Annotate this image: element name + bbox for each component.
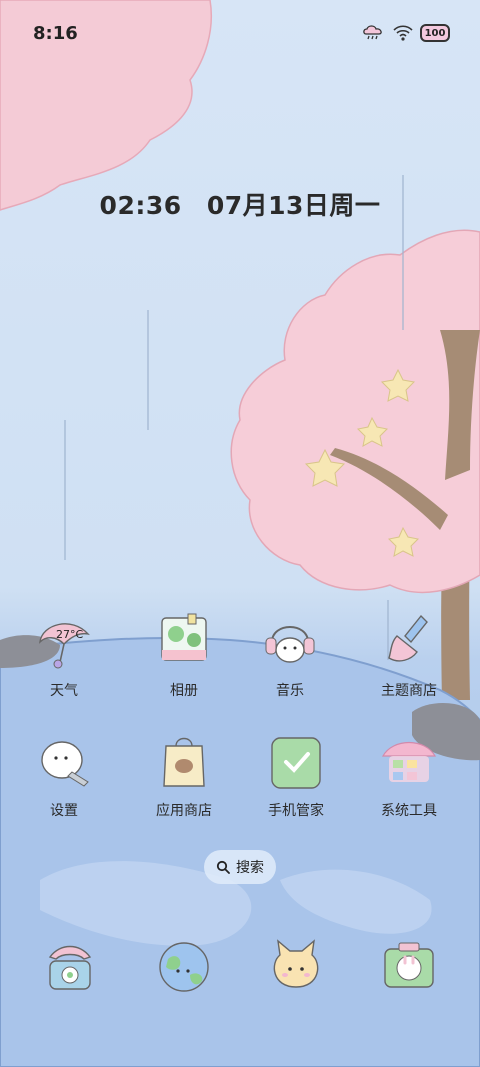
clock-widget[interactable]: 02:36 07月13日周一 xyxy=(0,186,480,222)
app-store-bag-icon xyxy=(163,737,205,787)
weather-rain-icon xyxy=(363,25,382,40)
weather-umbrella-icon xyxy=(39,623,90,669)
app-label-tools: 系统工具 xyxy=(381,803,437,819)
weather-temp: 27°C xyxy=(56,628,84,641)
app-label-weather: 天气 xyxy=(50,683,78,699)
app-label-settings: 设置 xyxy=(50,803,78,819)
settings-wrench-icon xyxy=(41,741,89,787)
gallery-picture-icon xyxy=(161,613,207,661)
browser-globe-icon xyxy=(159,942,209,992)
status-time: 8:16 xyxy=(33,23,78,44)
app-label-appstore: 应用商店 xyxy=(156,803,212,819)
dock-messages[interactable] xyxy=(246,935,346,1005)
status-bar: 8:16 100 xyxy=(0,0,480,60)
search-label: 搜索 xyxy=(236,860,264,876)
dock-camera[interactable] xyxy=(359,935,459,1005)
app-label-gallery: 相册 xyxy=(170,683,198,699)
dock-phone[interactable] xyxy=(20,935,120,1005)
dock-browser[interactable] xyxy=(134,935,234,1005)
messages-bunny-icon xyxy=(273,939,319,988)
app-label-security: 手机管家 xyxy=(268,803,324,819)
app-weather[interactable]: 27°C 天气 xyxy=(14,612,114,722)
camera-icon xyxy=(384,942,434,988)
theme-brush-icon xyxy=(388,614,428,662)
app-settings[interactable]: 设置 xyxy=(14,732,114,842)
clock-time: 02:36 xyxy=(99,191,182,220)
status-icons: 100 xyxy=(362,24,450,42)
clock-date: 07月13日周一 xyxy=(206,191,381,220)
app-gallery[interactable]: 相册 xyxy=(134,612,234,722)
search-icon xyxy=(216,860,230,874)
wifi-icon xyxy=(393,25,413,41)
app-music[interactable]: 音乐 xyxy=(240,612,340,722)
app-label-music: 音乐 xyxy=(276,683,304,699)
app-label-themes: 主题商店 xyxy=(381,683,437,699)
app-tools[interactable]: 系统工具 xyxy=(359,732,459,842)
app-themes[interactable]: 主题商店 xyxy=(359,612,459,722)
tools-folder-icon xyxy=(381,742,437,782)
app-appstore[interactable]: 应用商店 xyxy=(134,732,234,842)
phone-icon xyxy=(48,945,92,990)
battery-icon: 100 xyxy=(420,24,450,42)
search-button[interactable]: 搜索 xyxy=(204,850,276,884)
wallpaper xyxy=(0,0,480,1067)
music-headphones-icon xyxy=(265,626,315,663)
security-shield-icon xyxy=(271,737,321,789)
app-security[interactable]: 手机管家 xyxy=(246,732,346,842)
